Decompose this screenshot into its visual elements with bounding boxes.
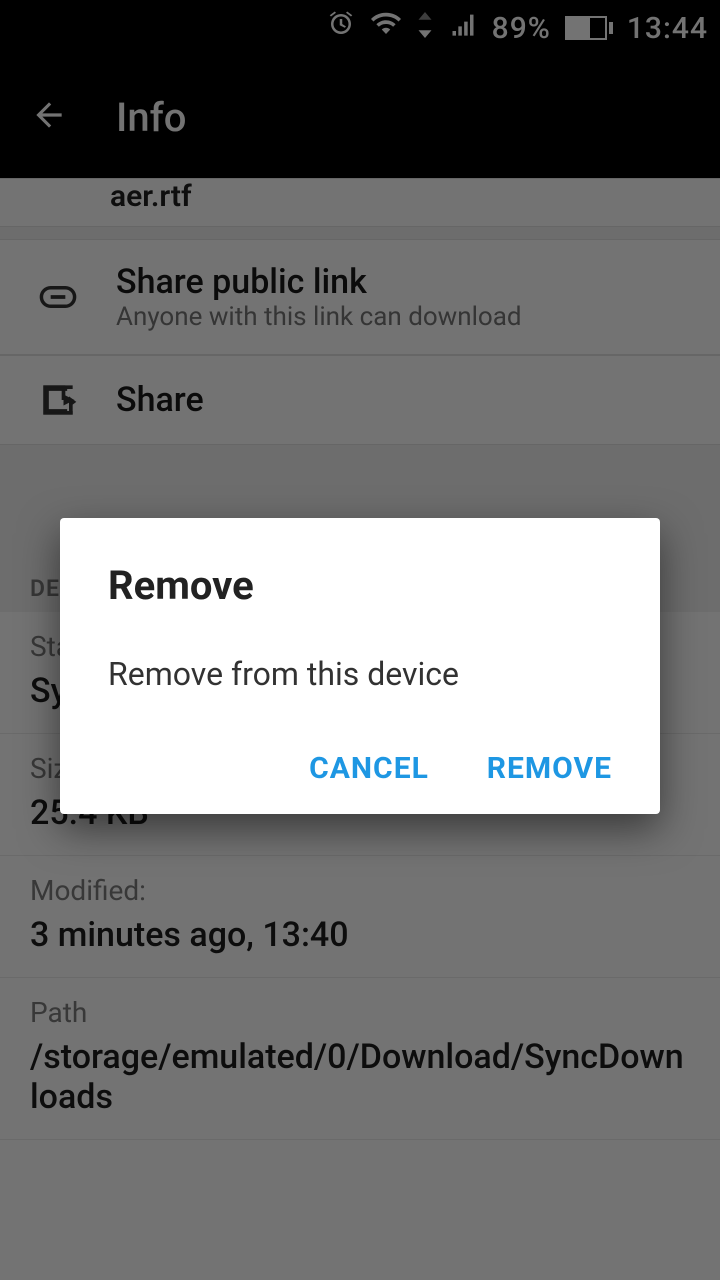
- remove-button[interactable]: REMOVE: [487, 751, 612, 786]
- dialog-message: Remove from this device: [108, 655, 612, 693]
- dialog-title: Remove: [108, 562, 612, 609]
- remove-dialog: Remove Remove from this device CANCEL RE…: [60, 518, 660, 814]
- cancel-button[interactable]: CANCEL: [309, 751, 429, 786]
